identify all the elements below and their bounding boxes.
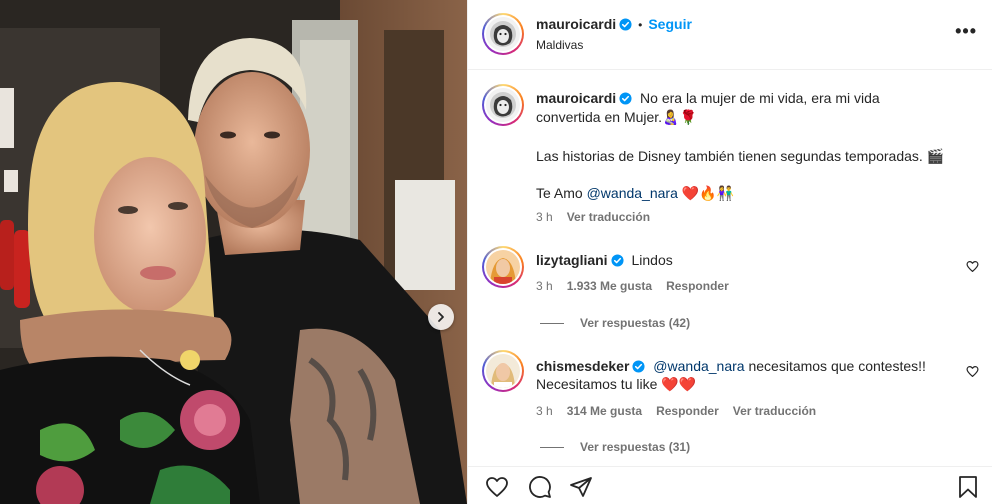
caption-love-emoji: ❤️🔥👫 — [681, 185, 735, 201]
more-options-icon[interactable]: ••• — [955, 22, 977, 40]
post-action-bar — [468, 466, 992, 504]
caption-text-2: convertida en Mujer. — [536, 109, 663, 125]
comment-2-line-2: Necesitamos tu like ❤️❤️ — [536, 375, 696, 393]
comment-1-likes[interactable]: 1.933 Me gusta — [567, 279, 652, 293]
comment-2-line-1: chismesdeker @wanda_nara necesitamos que… — [536, 357, 926, 375]
caption-time[interactable]: 3 h — [536, 210, 553, 224]
comment-1-view-replies[interactable]: Ver respuestas (42) — [540, 316, 690, 330]
couple-photo — [0, 0, 467, 504]
replies-dash — [540, 323, 564, 325]
caption-line-4: Te Amo @wanda_nara ❤️🔥👫 — [536, 184, 734, 202]
next-photo-button[interactable] — [428, 304, 454, 330]
post-side-panel: mauroicardi • Seguir Maldivas ••• mauroica… — [467, 0, 992, 504]
caption-emoji-2: 👩‍🍼🌹 — [662, 109, 697, 125]
comment-2-view-replies[interactable]: Ver respuestas (31) — [540, 440, 690, 454]
caption-meta: 3 h Ver traducción — [536, 210, 664, 224]
comment-2-text: necesitamos que contestes!! — [748, 358, 926, 374]
comment-1-username[interactable]: lizytagliani — [536, 252, 608, 268]
verified-badge-icon — [619, 92, 632, 105]
comment-2-replies-label[interactable]: Ver respuestas (31) — [580, 440, 690, 454]
comment-avatar-chismesdeker[interactable] — [482, 350, 524, 392]
author-avatar[interactable] — [482, 13, 524, 55]
comment-1-meta: 3 h 1.933 Me gusta Responder — [536, 279, 743, 293]
user-avatar-image — [486, 354, 520, 388]
heart-icon[interactable] — [484, 475, 510, 499]
bookmark-icon[interactable] — [957, 475, 979, 499]
caption-username[interactable]: mauroicardi — [536, 90, 616, 106]
comment-2-translate-link[interactable]: Ver traducción — [733, 404, 816, 418]
follow-button[interactable]: Seguir — [648, 16, 692, 32]
caption-text-1: No era la mujer de mi vida, era mi vida — [640, 90, 880, 106]
comment-2-username[interactable]: chismesdeker — [536, 358, 629, 374]
comment-2-reply-button[interactable]: Responder — [656, 404, 719, 418]
lion-avatar-image — [486, 17, 520, 51]
comment-2-mention-link[interactable]: @wanda_nara — [653, 358, 744, 374]
caption-line-3: Las historias de Disney también tienen s… — [536, 147, 944, 165]
caption-line-1: mauroicardi No era la mujer de mi vida, … — [536, 89, 880, 107]
comment-2-emoji: ❤️❤️ — [661, 376, 697, 392]
caption-text-3: Las historias de Disney también tienen s… — [536, 148, 923, 164]
user-avatar-image — [486, 250, 520, 284]
comment-1-heart-icon[interactable] — [966, 260, 979, 273]
caption-mention-link[interactable]: @wanda_nara — [587, 185, 678, 201]
separator-dot: • — [638, 18, 643, 32]
caption-translate-link[interactable]: Ver traducción — [567, 210, 650, 224]
replies-dash — [540, 447, 564, 449]
comment-icon[interactable] — [528, 475, 552, 499]
comment-2-heart-icon[interactable] — [966, 365, 979, 378]
comment-2-text-2: Necesitamos tu like — [536, 376, 658, 392]
post-header: mauroicardi • Seguir Maldivas ••• — [468, 0, 992, 70]
comment-1-reply-button[interactable]: Responder — [666, 279, 729, 293]
lion-avatar-image — [486, 88, 520, 122]
caption-love-prefix: Te Amo — [536, 185, 583, 201]
share-icon[interactable] — [569, 475, 593, 499]
caption-avatar[interactable] — [482, 84, 524, 126]
caption-line-2: convertida en Mujer.👩‍🍼🌹 — [536, 108, 697, 126]
comment-1-line: lizytagliani Lindos — [536, 251, 673, 269]
verified-badge-icon — [632, 360, 645, 373]
comment-2-likes[interactable]: 314 Me gusta — [567, 404, 642, 418]
comment-1-text: Lindos — [631, 252, 673, 268]
verified-badge-icon — [619, 18, 632, 31]
verified-badge-icon — [611, 254, 624, 267]
comment-2-time[interactable]: 3 h — [536, 404, 553, 418]
caption-emoji-3: 🎬 — [926, 148, 945, 164]
post-location[interactable]: Maldivas — [536, 38, 583, 52]
comment-avatar-lizytagliani[interactable] — [482, 246, 524, 288]
comment-1-time[interactable]: 3 h — [536, 279, 553, 293]
author-username[interactable]: mauroicardi — [536, 16, 616, 32]
comment-2-meta: 3 h 314 Me gusta Responder Ver traducción — [536, 404, 830, 418]
chevron-right-icon — [438, 312, 444, 322]
post-photo[interactable] — [0, 0, 467, 504]
comment-1-replies-label[interactable]: Ver respuestas (42) — [580, 316, 690, 330]
